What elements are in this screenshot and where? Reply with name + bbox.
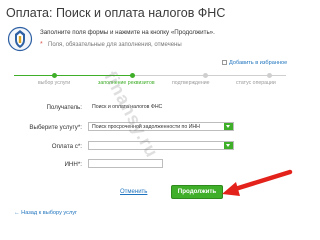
red-arrow-annotation <box>222 169 293 196</box>
back-to-services-link[interactable]: ← Назад к выбору услуг <box>14 210 77 216</box>
